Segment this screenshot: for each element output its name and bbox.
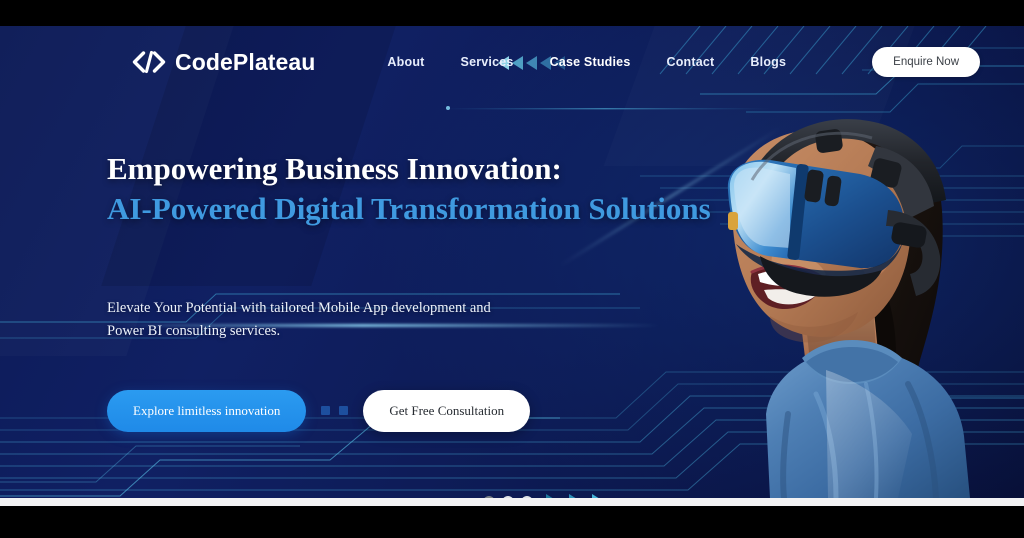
hero-subtext: Elevate Your Potential with tailored Mob… [107,297,507,344]
enquire-now-button[interactable]: Enquire Now [872,47,980,77]
hero-subtext-line-2: Power BI consulting services. [107,323,281,340]
nav-item-about[interactable]: About [387,55,424,69]
nav-item-blogs[interactable]: Blogs [750,55,786,69]
separator-square [321,406,331,416]
letterbox-top [0,0,1024,26]
hero-headline: Empowering Business Innovation: AI-Power… [107,149,711,230]
screenshot-viewport: CodePlateau About Services Case Studies … [0,0,1024,538]
cta-separator-squares [321,406,349,416]
brand-logo[interactable]: CodePlateau [132,49,315,76]
get-free-consultation-button[interactable]: Get Free Consultation [363,389,531,432]
brand-name: CodePlateau [175,48,316,75]
hero-copy: Empowering Business Innovation: AI-Power… [107,149,711,432]
hero-headline-line-2: AI-Powered Digital Transformation Soluti… [107,191,711,227]
nav-item-services[interactable]: Services [461,55,514,69]
site-navbar: CodePlateau About Services Case Studies … [0,26,1024,98]
hero-subtext-line-1: Elevate Your Potential with tailored Mob… [107,299,491,316]
nav-item-contact[interactable]: Contact [666,55,714,69]
hero-headline-line-1: Empowering Business Innovation: [107,151,562,186]
explore-innovation-button[interactable]: Explore limitless innovation [107,389,307,432]
primary-nav: About Services Case Studies Contact Blog… [387,55,786,69]
nav-item-case-studies[interactable]: Case Studies [550,55,631,69]
separator-square [339,406,349,416]
letterbox-bottom [0,506,1024,538]
hero-section: CodePlateau About Services Case Studies … [0,26,1024,498]
hero-cta-group: Explore limitless innovation Get Free Co… [107,389,711,432]
code-brackets-icon [132,50,166,74]
page-body-strip [0,498,1024,506]
